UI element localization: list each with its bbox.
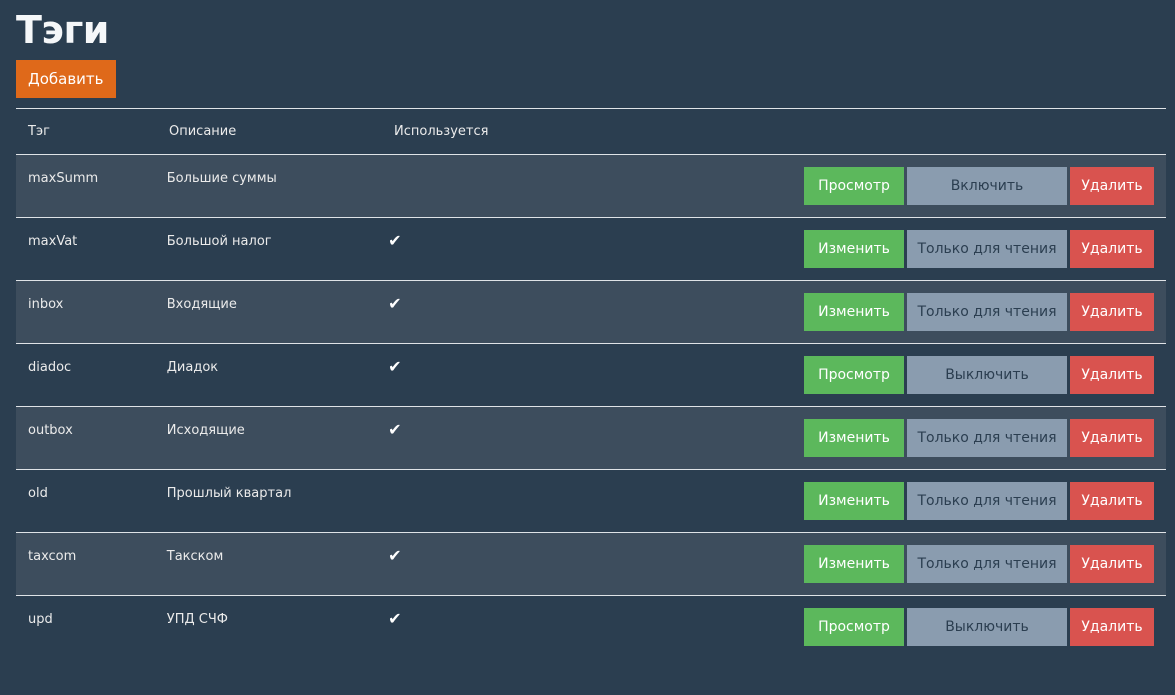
edit-button[interactable]: Изменить <box>804 230 904 268</box>
table-row: upd УПД СЧФ ✔ Просмотр Выключить Удалить <box>16 596 1166 658</box>
tags-page: Тэги Добавить Тэг Описание Используется … <box>0 0 1175 695</box>
tag-name: upd <box>28 612 53 627</box>
view-button[interactable]: Просмотр <box>804 167 904 205</box>
tag-description: Исходящие <box>166 423 245 438</box>
header-description: Описание <box>169 124 237 139</box>
delete-button[interactable]: Удалить <box>1070 608 1154 646</box>
check-icon: ✔ <box>388 609 402 628</box>
table-row: maxSumm Большие суммы Просмотр Включить Удал… <box>16 155 1166 218</box>
row-actions: Просмотр Включить Удалить <box>789 155 1166 217</box>
tag-name: outbox <box>28 423 73 438</box>
tag-name: inbox <box>28 297 64 312</box>
disable-button[interactable]: Выключить <box>907 356 1067 394</box>
used-cell: ✔ <box>376 344 789 406</box>
readonly-button[interactable]: Только для чтения <box>907 482 1067 520</box>
table-header: Тэг Описание Используется <box>16 109 1166 155</box>
add-tag-button[interactable]: Добавить <box>16 60 116 98</box>
tag-name: maxSumm <box>28 171 99 186</box>
header-tag: Тэг <box>28 124 50 139</box>
edit-button[interactable]: Изменить <box>804 545 904 583</box>
view-button[interactable]: Просмотр <box>804 356 904 394</box>
table-row: inbox Входящие ✔ Изменить Только для чтения У… <box>16 281 1166 344</box>
readonly-button[interactable]: Только для чтения <box>907 293 1067 331</box>
tag-name: old <box>28 486 48 501</box>
edit-button[interactable]: Изменить <box>804 482 904 520</box>
header-used: Используется <box>394 124 489 139</box>
check-icon: ✔ <box>388 420 402 439</box>
delete-button[interactable]: Удалить <box>1070 545 1154 583</box>
used-cell: ✔ <box>376 407 789 469</box>
table-body: maxSumm Большие суммы Просмотр Включить Удал… <box>16 155 1166 658</box>
view-button[interactable]: Просмотр <box>804 608 904 646</box>
row-actions: Просмотр Выключить Удалить <box>789 596 1166 658</box>
tag-description: Входящие <box>166 297 237 312</box>
tag-name: taxcom <box>28 549 77 564</box>
delete-button[interactable]: Удалить <box>1070 167 1154 205</box>
readonly-button[interactable]: Только для чтения <box>907 545 1067 583</box>
table-row: old Прошлый квартал Изменить Только для чте… <box>16 470 1166 533</box>
edit-button[interactable]: Изменить <box>804 293 904 331</box>
tag-description: УПД СЧФ <box>166 612 228 627</box>
delete-button[interactable]: Удалить <box>1070 293 1154 331</box>
delete-button[interactable]: Удалить <box>1070 419 1154 457</box>
used-cell: ✔ <box>376 533 789 595</box>
used-cell: ✔ <box>376 596 789 658</box>
used-cell: ✔ <box>376 218 789 280</box>
used-cell <box>376 155 789 217</box>
table-row: diadoc Диадок ✔ Просмотр Выключить Удалить <box>16 344 1166 407</box>
disable-button[interactable]: Выключить <box>907 608 1067 646</box>
delete-button[interactable]: Удалить <box>1070 482 1154 520</box>
tag-description: Диадок <box>166 360 219 375</box>
check-icon: ✔ <box>388 357 402 376</box>
table-row: taxcom Такском ✔ Изменить Только для чтения У… <box>16 533 1166 596</box>
tag-description: Большой налог <box>166 234 272 249</box>
tag-description: Большие суммы <box>166 171 277 186</box>
row-actions: Изменить Только для чтения Удалить <box>789 407 1166 469</box>
page-title: Тэги <box>16 8 109 52</box>
edit-button[interactable]: Изменить <box>804 419 904 457</box>
row-actions: Изменить Только для чтения Удалить <box>789 470 1166 532</box>
tag-description: Такском <box>166 549 224 564</box>
row-actions: Изменить Только для чтения Удалить <box>789 533 1166 595</box>
tags-table: Тэг Описание Используется maxSumm Большие… <box>16 108 1166 658</box>
check-icon: ✔ <box>388 294 402 313</box>
delete-button[interactable]: Удалить <box>1070 230 1154 268</box>
used-cell: ✔ <box>376 281 789 343</box>
readonly-button[interactable]: Только для чтения <box>907 419 1067 457</box>
tag-name: maxVat <box>28 234 78 249</box>
table-row: outbox Исходящие ✔ Изменить Только для чтени… <box>16 407 1166 470</box>
table-row: maxVat Большой налог ✔ Изменить Только для ч… <box>16 218 1166 281</box>
enable-button[interactable]: Включить <box>907 167 1067 205</box>
used-cell <box>376 470 789 532</box>
tag-description: Прошлый квартал <box>166 486 292 501</box>
check-icon: ✔ <box>388 546 402 565</box>
tag-name: diadoc <box>28 360 72 375</box>
readonly-button[interactable]: Только для чтения <box>907 230 1067 268</box>
check-icon: ✔ <box>388 231 402 250</box>
row-actions: Просмотр Выключить Удалить <box>789 344 1166 406</box>
delete-button[interactable]: Удалить <box>1070 356 1154 394</box>
row-actions: Изменить Только для чтения Удалить <box>789 218 1166 280</box>
row-actions: Изменить Только для чтения Удалить <box>789 281 1166 343</box>
